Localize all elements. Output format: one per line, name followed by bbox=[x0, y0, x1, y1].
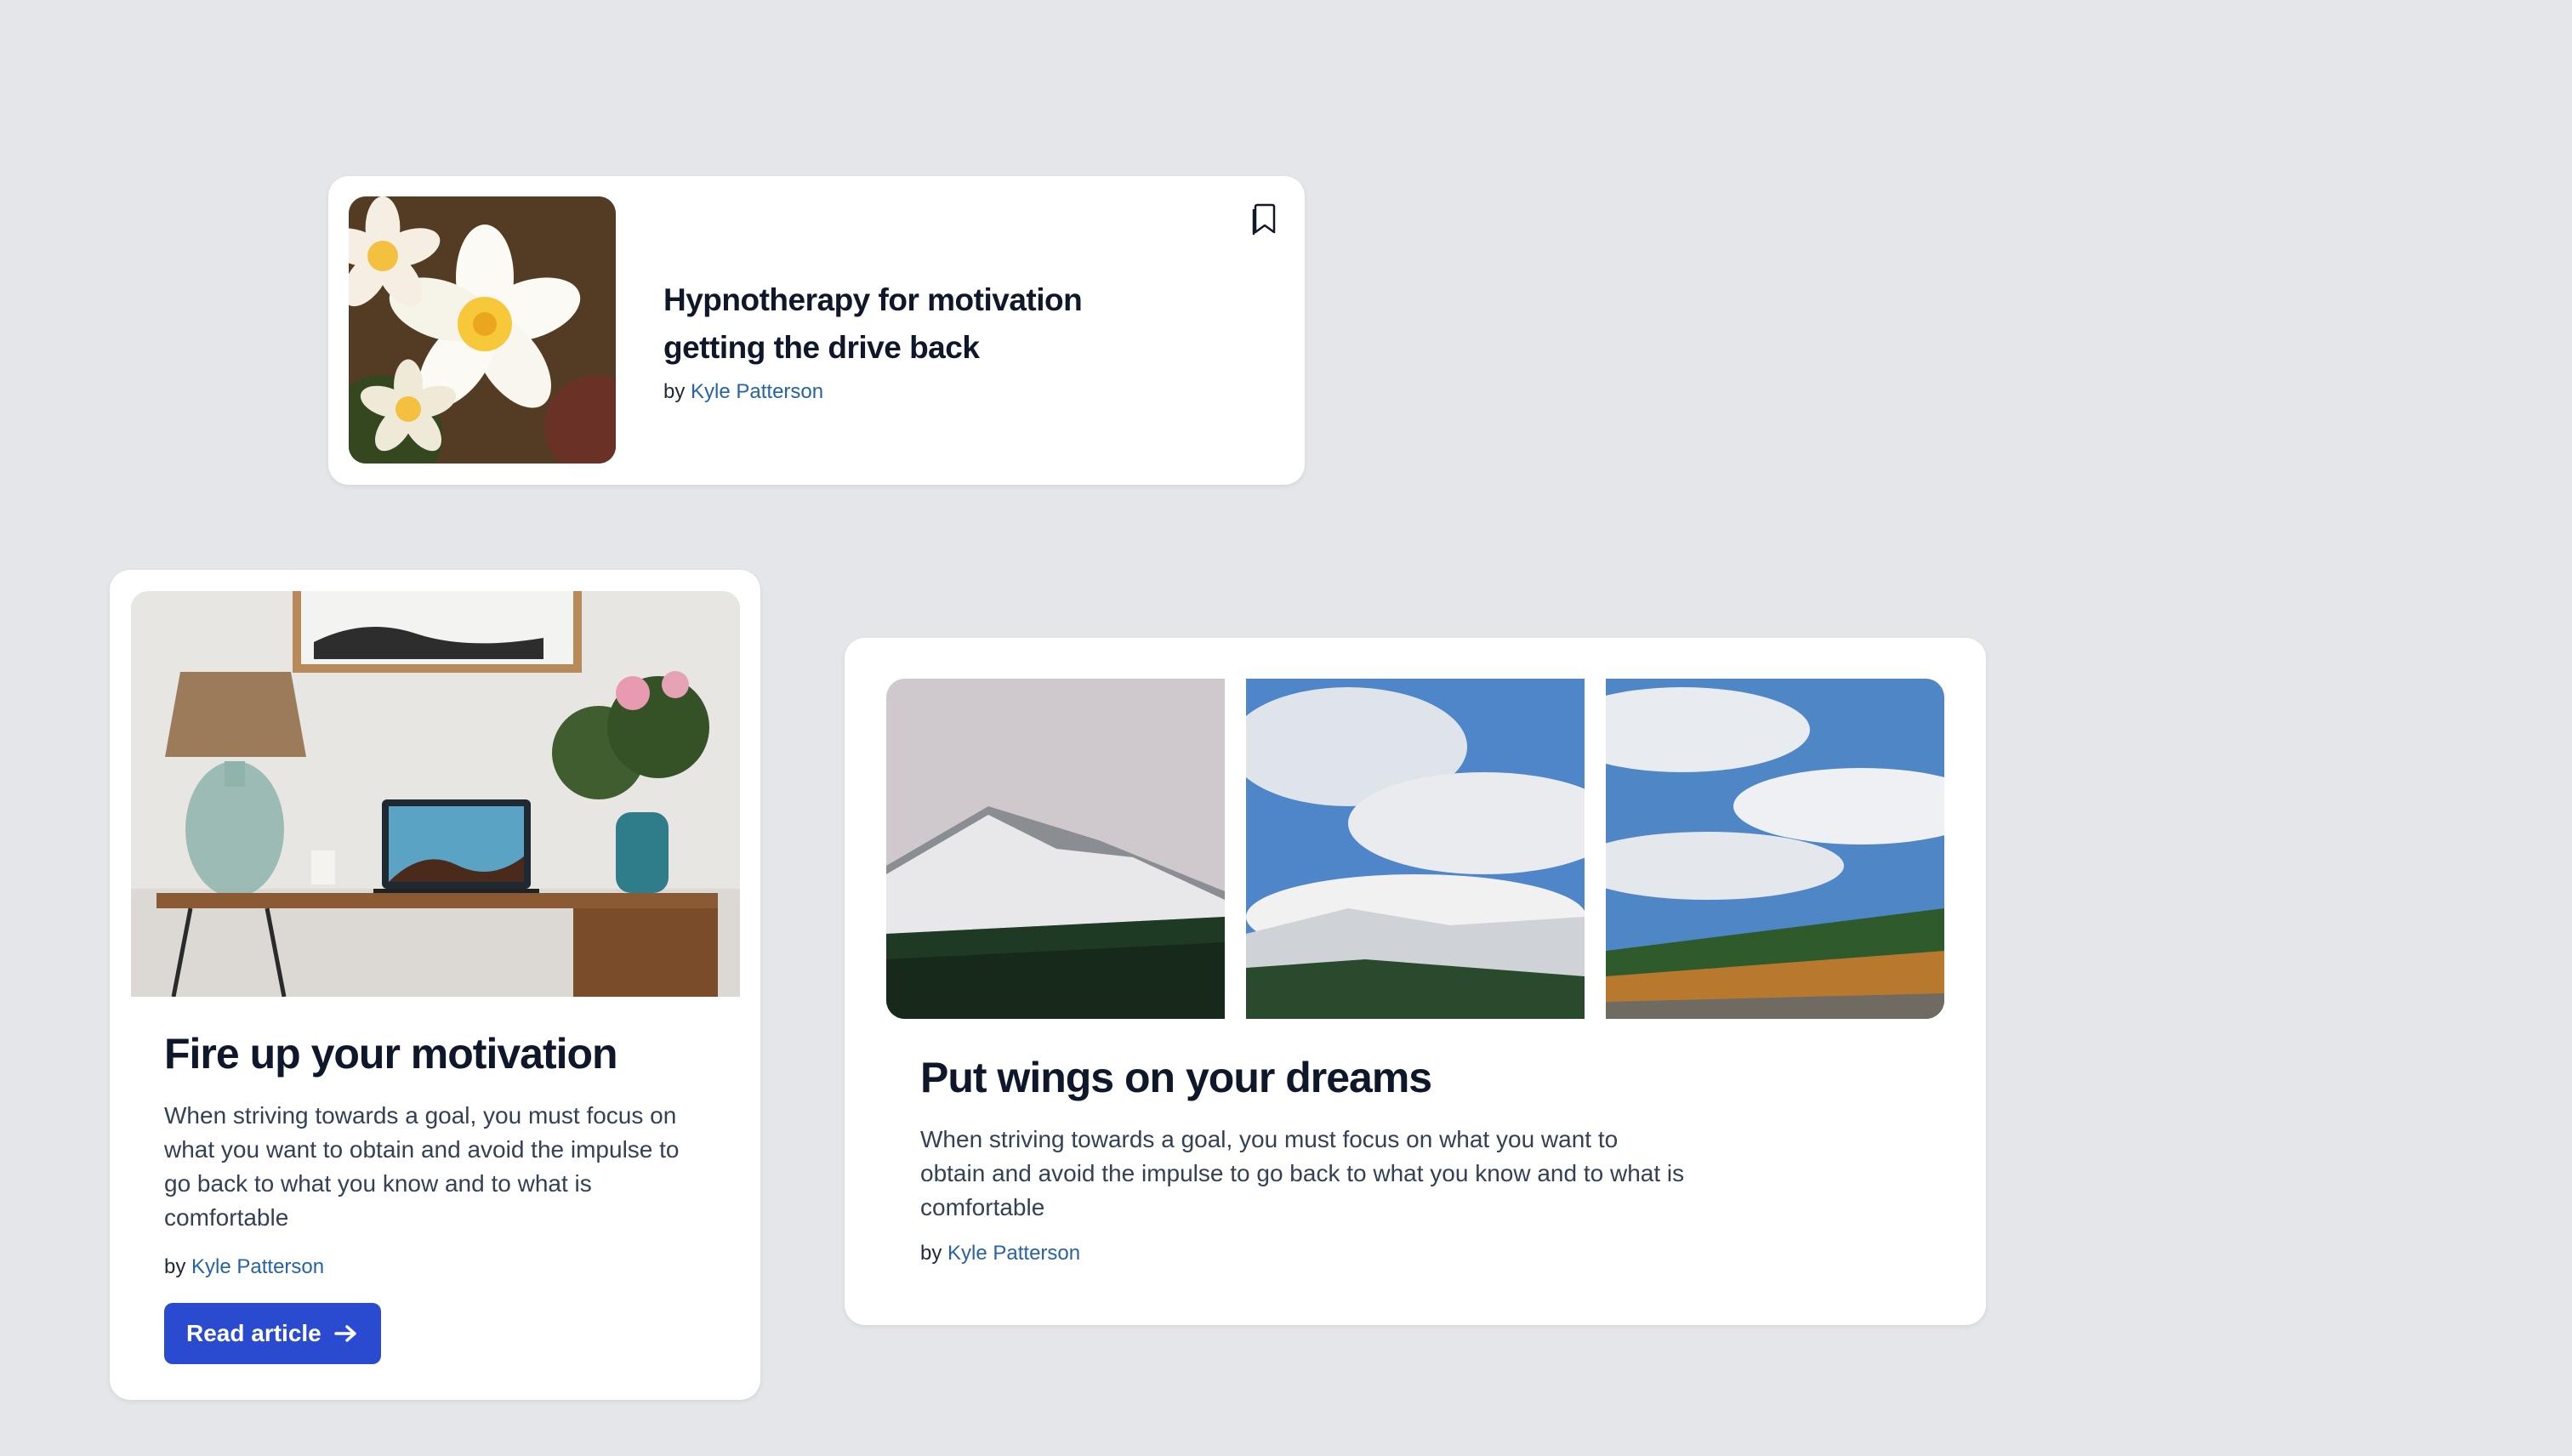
byline-prefix: by bbox=[663, 380, 686, 403]
article-byline: by Kyle Patterson bbox=[920, 1242, 1080, 1265]
gallery-image-mountain-2 bbox=[1229, 679, 1620, 1019]
article-hero-image bbox=[131, 591, 740, 997]
read-article-label: Read article bbox=[186, 1320, 322, 1346]
article-title[interactable]: Hypnotherapy for motivation getting the … bbox=[663, 276, 1140, 372]
read-article-button[interactable]: Read article bbox=[164, 1303, 381, 1364]
byline-prefix: by bbox=[164, 1255, 186, 1278]
byline-prefix: by bbox=[920, 1242, 942, 1265]
arrow-right-icon bbox=[334, 1325, 356, 1342]
article-thumbnail-image bbox=[349, 196, 616, 464]
article-title[interactable]: Fire up your motivation bbox=[164, 1029, 618, 1078]
article-byline: by Kyle Patterson bbox=[164, 1255, 324, 1279]
image-gallery bbox=[886, 679, 1944, 1019]
author-link[interactable]: Kyle Patterson bbox=[691, 380, 823, 403]
article-byline: by Kyle Patterson bbox=[663, 380, 823, 404]
article-title[interactable]: Put wings on your dreams bbox=[920, 1053, 1432, 1102]
gallery-image-mountain-1 bbox=[886, 679, 1225, 1019]
gallery-image-forest-3 bbox=[1555, 679, 1944, 1019]
article-description: When striving towards a goal, you must f… bbox=[920, 1126, 1685, 1220]
author-link[interactable]: Kyle Patterson bbox=[191, 1255, 324, 1278]
article-card-gallery: Put wings on your dreams When striving t… bbox=[845, 638, 1986, 1325]
author-link[interactable]: Kyle Patterson bbox=[947, 1242, 1080, 1265]
article-description: When striving towards a goal, you must f… bbox=[164, 1102, 680, 1231]
bookmark-icon[interactable] bbox=[1250, 202, 1281, 236]
article-card-vertical: Fire up your motivation When striving to… bbox=[110, 570, 760, 1400]
article-card-compact[interactable]: Hypnotherapy for motivation getting the … bbox=[328, 176, 1305, 485]
